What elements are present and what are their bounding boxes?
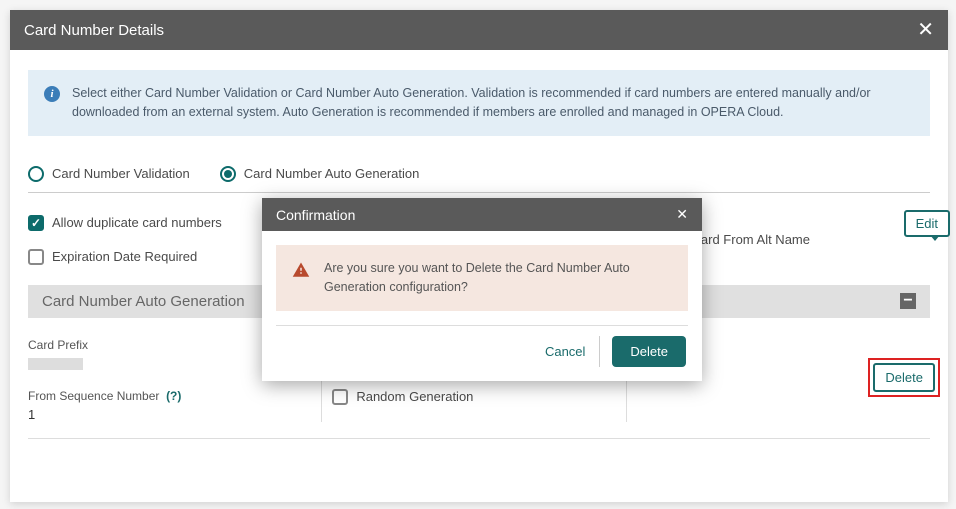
dialog-message: Are you sure you want to Delete the Card… xyxy=(324,259,672,297)
checkbox-label: Random Generation xyxy=(356,389,473,404)
warning-icon xyxy=(292,259,310,297)
field-label: From Sequence Number (?) xyxy=(28,389,311,403)
mode-radio-group: Card Number Validation Card Number Auto … xyxy=(28,166,930,193)
checkbox-random-generation[interactable]: Random Generation xyxy=(332,389,615,405)
section-title: Card Number Auto Generation xyxy=(42,293,245,310)
checkbox-label: Allow duplicate card numbers xyxy=(52,215,222,230)
radio-card-number-validation[interactable]: Card Number Validation xyxy=(28,166,190,182)
delete-highlight-frame: Delete xyxy=(868,358,940,397)
panel-title: Card Number Details xyxy=(24,22,164,39)
checkbox-expiration-required[interactable]: Expiration Date Required xyxy=(28,249,222,265)
dialog-footer: Cancel Delete xyxy=(262,326,702,381)
field-from-sequence: From Sequence Number (?) 1 xyxy=(28,389,311,422)
checkbox-icon xyxy=(28,249,44,265)
dialog-body: Are you sure you want to Delete the Card… xyxy=(276,245,688,311)
delete-button[interactable]: Delete xyxy=(873,363,935,392)
edit-button[interactable]: Edit xyxy=(904,210,950,237)
dialog-header: Confirmation ✕ xyxy=(262,198,702,231)
radio-label: Card Number Auto Generation xyxy=(244,166,420,181)
panel-header: Card Number Details ✕ xyxy=(10,10,948,50)
confirm-delete-button[interactable]: Delete xyxy=(612,336,686,367)
info-text: Select either Card Number Validation or … xyxy=(72,84,914,122)
radio-icon xyxy=(28,166,44,182)
checkbox-icon xyxy=(28,215,44,231)
field-value: 1 xyxy=(28,407,311,422)
redacted-value xyxy=(28,358,83,370)
label-text: From Sequence Number xyxy=(28,389,159,403)
checkbox-card-from-alt-name[interactable]: Card From Alt Name xyxy=(692,215,930,265)
collapse-icon[interactable]: − xyxy=(900,293,916,309)
checkbox-label-fragment: Card From Alt Name xyxy=(692,232,810,247)
radio-icon xyxy=(220,166,236,182)
radio-label: Card Number Validation xyxy=(52,166,190,181)
close-icon[interactable]: ✕ xyxy=(676,206,688,223)
help-icon[interactable]: (?) xyxy=(166,389,181,403)
cancel-button[interactable]: Cancel xyxy=(531,336,600,367)
checkbox-allow-duplicate[interactable]: Allow duplicate card numbers xyxy=(28,215,222,231)
info-icon: i xyxy=(44,86,60,102)
checkbox-icon xyxy=(332,389,348,405)
info-banner: i Select either Card Number Validation o… xyxy=(28,70,930,136)
options-col-left: Allow duplicate card numbers Expiration … xyxy=(28,215,222,265)
confirmation-dialog: Confirmation ✕ Are you sure you want to … xyxy=(262,198,702,381)
close-icon[interactable]: ✕ xyxy=(917,20,934,40)
radio-card-number-auto-generation[interactable]: Card Number Auto Generation xyxy=(220,166,420,182)
checkbox-label: Expiration Date Required xyxy=(52,249,197,264)
dialog-title: Confirmation xyxy=(276,207,355,223)
